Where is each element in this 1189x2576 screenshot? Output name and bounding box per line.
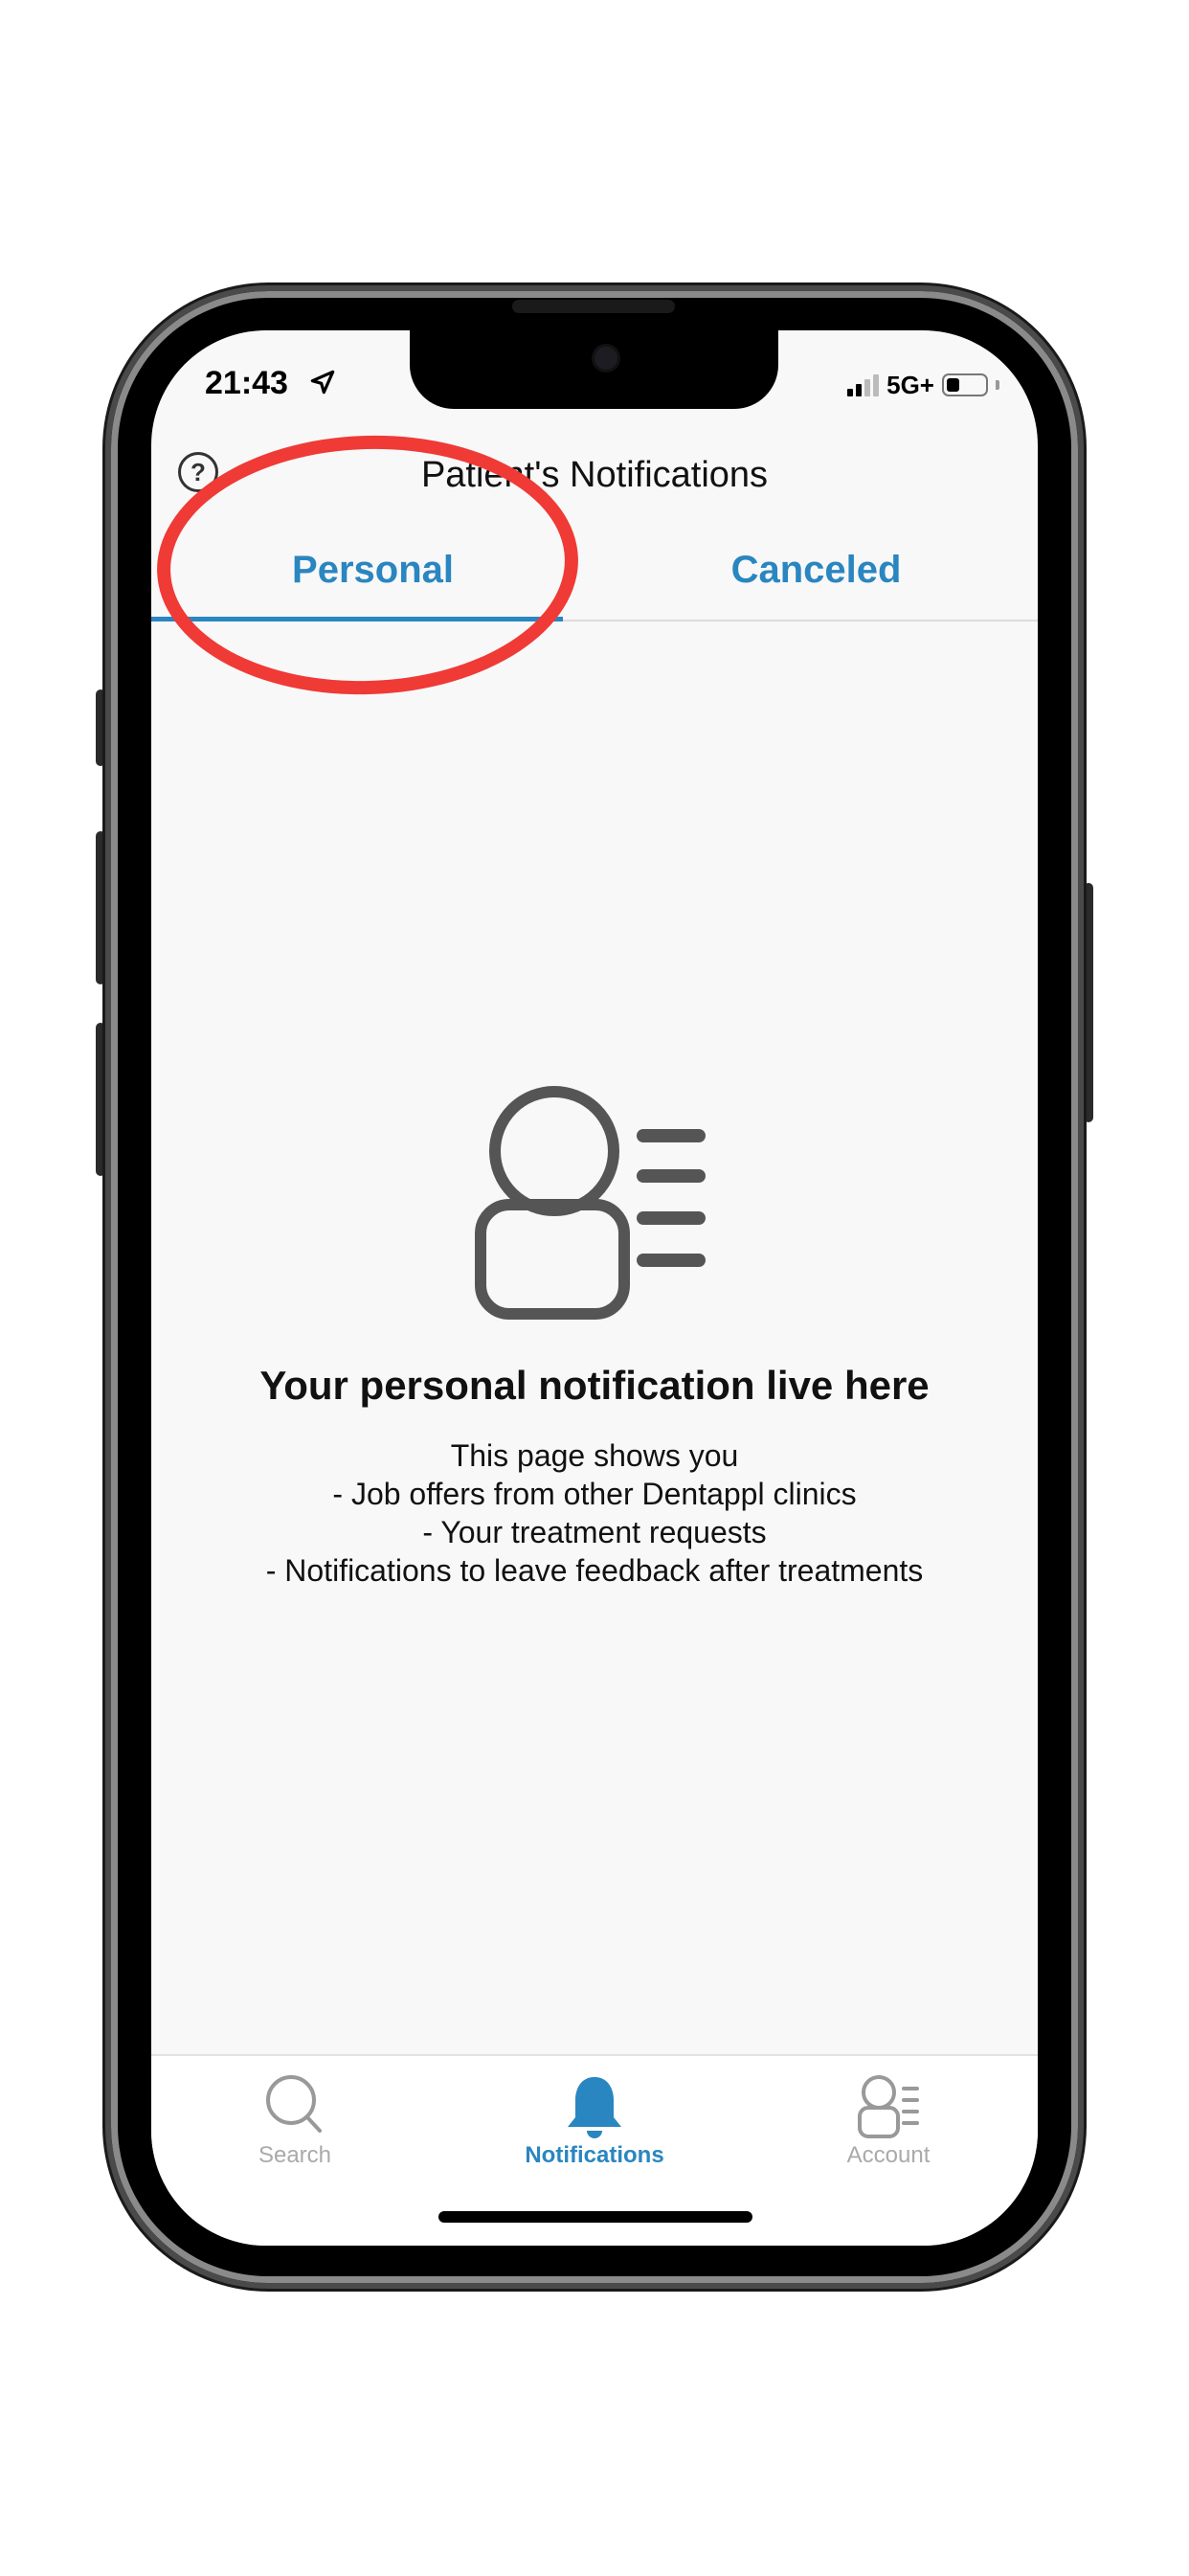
- tab-canceled[interactable]: Canceled: [594, 522, 1038, 618]
- empty-state-line: - Your treatment requests: [422, 1515, 767, 1549]
- network-type: 5G+: [886, 370, 934, 399]
- phone-screen: 21:43 5G+ ? Patient's Notifications Pers…: [151, 330, 1038, 2246]
- empty-state-title: Your personal notification live here: [259, 1363, 930, 1408]
- tab-bar-search[interactable]: Search: [151, 2066, 438, 2181]
- tab-bar-account-label: Account: [846, 2142, 931, 2168]
- battery-tip: [996, 380, 999, 390]
- battery-icon: [942, 373, 988, 396]
- account-icon: [858, 2075, 919, 2138]
- volume-down-button: [96, 1023, 105, 1176]
- search-icon: [266, 2075, 322, 2133]
- status-indicators: 5G+: [847, 369, 999, 401]
- empty-state-description: This page shows you - Job offers from ot…: [151, 1436, 1038, 1590]
- tab-bar-notifications-label: Notifications: [525, 2142, 664, 2168]
- power-button: [1084, 883, 1093, 1122]
- empty-state-line: This page shows you: [450, 1438, 739, 1473]
- location-arrow-icon: [310, 370, 335, 395]
- empty-state-line: - Job offers from other Dentappl clinics: [332, 1477, 857, 1511]
- silent-switch: [96, 689, 105, 766]
- front-camera: [592, 344, 620, 373]
- status-time: 21:43: [205, 365, 288, 401]
- home-indicator[interactable]: [438, 2211, 752, 2223]
- volume-up-button: [96, 831, 105, 984]
- tab-bar-search-label: Search: [258, 2142, 332, 2168]
- notch: [410, 330, 778, 409]
- signal-strength-icon: [847, 373, 880, 396]
- person-list-icon: [475, 1086, 706, 1320]
- tab-bar-notifications[interactable]: Notifications: [451, 2066, 738, 2181]
- empty-state-line: - Notifications to leave feedback after …: [265, 1553, 924, 1588]
- top-speaker: [512, 300, 675, 313]
- bell-icon: [568, 2077, 621, 2138]
- bottom-tab-bar: Search Notifications Account: [151, 2054, 1038, 2246]
- tab-bar-account[interactable]: Account: [745, 2066, 1032, 2181]
